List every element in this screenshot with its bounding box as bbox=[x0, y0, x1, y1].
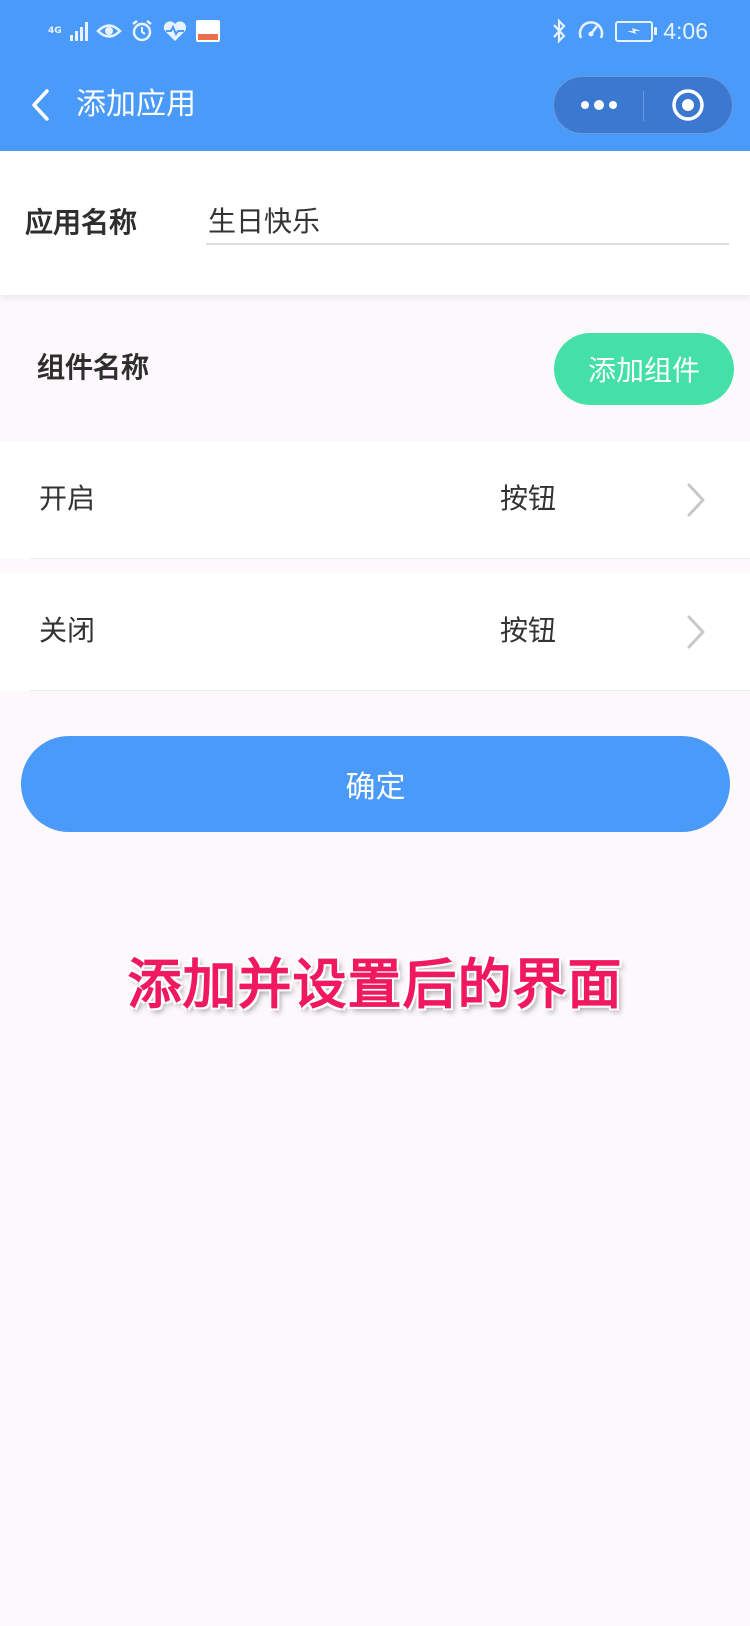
chevron-left-icon bbox=[32, 89, 49, 121]
app-name-input[interactable] bbox=[206, 197, 729, 245]
status-right: 4:06 bbox=[551, 14, 708, 48]
component-row-open[interactable]: 开启 按钮 bbox=[0, 441, 750, 559]
close-miniprogram-button[interactable] bbox=[644, 77, 732, 133]
row-divider bbox=[30, 690, 750, 691]
add-component-button[interactable]: 添加组件 bbox=[554, 333, 734, 405]
overlay-caption: 添加并设置后的界面 bbox=[127, 953, 623, 1016]
component-row-close[interactable]: 关闭 按钮 bbox=[0, 573, 750, 691]
more-button[interactable] bbox=[554, 77, 643, 133]
nav-bar: 添加应用 bbox=[0, 62, 750, 151]
battery-charging-icon bbox=[615, 20, 658, 42]
app-notification-icon bbox=[195, 20, 220, 42]
confirm-button[interactable]: 确定 bbox=[21, 736, 730, 832]
miniprogram-capsule bbox=[553, 76, 733, 134]
page-title: 添加应用 bbox=[76, 87, 196, 122]
app-name-card: 应用名称 bbox=[0, 151, 750, 295]
clock-time: 4:06 bbox=[663, 17, 708, 44]
heart-icon bbox=[163, 21, 186, 41]
row-divider bbox=[30, 558, 750, 559]
speed-icon bbox=[579, 21, 604, 39]
component-name-header: 组件名称 bbox=[37, 351, 150, 384]
bluetooth-icon bbox=[553, 18, 566, 44]
eye-icon bbox=[95, 24, 122, 38]
network-label: 4G bbox=[48, 25, 62, 36]
app-name-label: 应用名称 bbox=[25, 206, 138, 239]
more-dots-icon bbox=[580, 100, 617, 110]
chevron-right-icon bbox=[687, 483, 705, 517]
alarm-icon bbox=[131, 20, 152, 42]
back-button[interactable] bbox=[20, 82, 60, 128]
component-name: 开启 bbox=[39, 482, 96, 515]
component-type: 按钮 bbox=[500, 482, 557, 515]
target-circle-icon bbox=[672, 89, 704, 121]
chevron-right-icon bbox=[687, 615, 705, 649]
status-left: 4G bbox=[48, 16, 220, 46]
header: 4G 4:06 添加应用 bbox=[0, 0, 750, 151]
status-bar: 4G 4:06 bbox=[0, 0, 750, 62]
component-type: 按钮 bbox=[500, 614, 557, 647]
signal-icon bbox=[69, 21, 88, 41]
component-name: 关闭 bbox=[39, 614, 96, 647]
network-type: 4G bbox=[48, 25, 62, 36]
